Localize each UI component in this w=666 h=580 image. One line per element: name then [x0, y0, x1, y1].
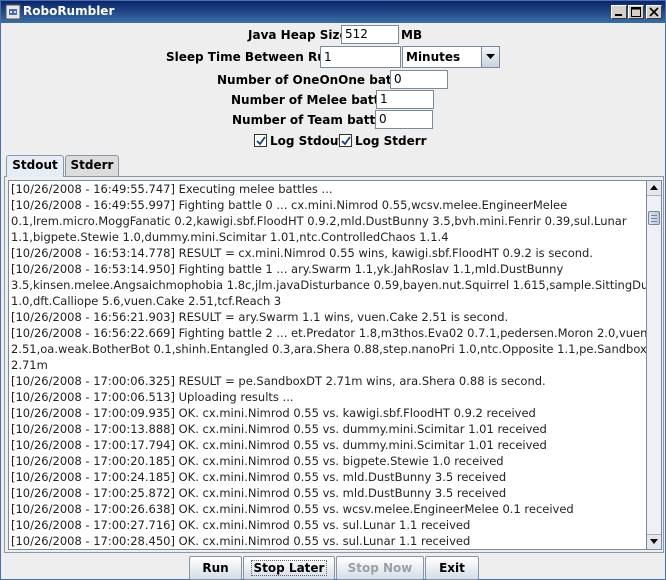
maximize-button[interactable] — [628, 5, 644, 19]
log-line: [10/26/2008 - 16:53:14.950] Fighting bat… — [11, 262, 564, 276]
log-line: [10/26/2008 - 17:00:09.935] OK. cx.mini.… — [11, 406, 536, 420]
log-line: [10/26/2008 - 17:00:24.185] OK. cx.mini.… — [11, 470, 507, 484]
stop-later-button[interactable]: Stop Later — [243, 556, 335, 580]
log-line: [10/26/2008 - 17:00:13.888] OK. cx.mini.… — [11, 422, 547, 436]
dropdown-button[interactable] — [481, 47, 499, 67]
log-line: [10/26/2008 - 17:00:20.185] OK. cx.mini.… — [11, 454, 504, 468]
log-line: [10/26/2008 - 17:00:27.716] OK. cx.mini.… — [11, 518, 471, 532]
vertical-scrollbar[interactable] — [647, 180, 662, 550]
log-line: 1.1,bigpete.Stewie 1.0,dummy.mini.Scimit… — [11, 230, 449, 244]
scroll-up-button[interactable] — [647, 181, 661, 196]
log-line: [10/26/2008 - 16:49:55.747] Executing me… — [11, 182, 333, 196]
heap-size-label: Java Heap Size: — [248, 28, 353, 42]
log-line: [10/26/2008 - 16:56:21.903] RESULT = ary… — [11, 310, 509, 324]
log-line: [10/26/2008 - 16:56:22.669] Fighting bat… — [11, 326, 647, 340]
log-line: [10/26/2008 - 17:00:06.325] RESULT = pe.… — [11, 374, 546, 388]
log-line: [10/26/2008 - 17:00:06.513] Uploading re… — [11, 390, 294, 404]
tab-stdout[interactable]: Stdout — [6, 155, 64, 177]
roborumbler-window: RoboRumbler Java Heap Size: 512 MB Sleep… — [0, 0, 666, 580]
log-line: 2.51,oa.weak.BotherBot 0.1,shinh.Entangl… — [11, 342, 647, 356]
log-line: 0.1,lrem.micro.MoggFanatic 0.2,kawigi.sb… — [11, 214, 627, 228]
log-line: [10/26/2008 - 16:49:55.997] Fighting bat… — [11, 198, 568, 212]
scrollbar-thumb[interactable] — [648, 211, 660, 225]
log-line: 2.71m — [11, 358, 48, 372]
minimize-button[interactable] — [611, 5, 627, 19]
run-button[interactable]: Run — [189, 556, 242, 580]
stdout-panel: [10/26/2008 - 16:49:55.747] Executing me… — [4, 176, 664, 553]
stop-now-button[interactable]: Stop Now — [336, 556, 424, 580]
window-title: RoboRumbler — [23, 4, 115, 18]
exit-button[interactable]: Exit — [425, 556, 479, 580]
log-line: [10/26/2008 - 17:00:25.872] OK. cx.mini.… — [11, 486, 507, 500]
sleep-time-input[interactable]: 1 — [320, 46, 401, 68]
log-output[interactable]: [10/26/2008 - 16:49:55.747] Executing me… — [8, 180, 647, 550]
log-stdout-checkbox[interactable] — [254, 134, 267, 147]
log-line: [10/26/2008 - 16:53:14.778] RESULT = cx.… — [11, 246, 593, 260]
team-battles-input[interactable]: 0 — [375, 110, 433, 129]
log-line: [10/26/2008 - 17:00:17.794] OK. cx.mini.… — [11, 438, 547, 452]
log-stderr-label: Log Stderr — [355, 134, 427, 148]
scroll-down-button[interactable] — [647, 534, 661, 549]
oneonone-battles-input[interactable]: 0 — [390, 70, 448, 89]
log-stderr-checkbox[interactable] — [339, 134, 352, 147]
heap-unit-label: MB — [401, 28, 423, 42]
sleep-unit-select[interactable]: Minutes — [402, 46, 500, 68]
title-bar[interactable]: RoboRumbler — [1, 1, 665, 23]
melee-battles-input[interactable]: 1 — [376, 90, 434, 109]
robot-icon — [5, 4, 21, 20]
log-line: [10/26/2008 - 17:00:28.450] OK. cx.mini.… — [11, 534, 471, 548]
log-stdout-label: Log Stdout — [270, 134, 345, 148]
log-line: 1.0,dft.Calliope 5.6,vuen.Cake 2.51,tcf.… — [11, 294, 282, 308]
stop-later-label: Stop Later — [250, 560, 328, 576]
close-button[interactable] — [646, 5, 662, 19]
log-line: [10/26/2008 - 17:00:26.638] OK. cx.mini.… — [11, 502, 574, 516]
log-line: 3.5,kinsen.melee.Angsaichmophobia 1.8c,j… — [11, 278, 647, 292]
sleep-unit-value: Minutes — [406, 50, 461, 64]
heap-size-input[interactable]: 512 — [341, 25, 399, 44]
tab-stderr[interactable]: Stderr — [65, 155, 119, 176]
